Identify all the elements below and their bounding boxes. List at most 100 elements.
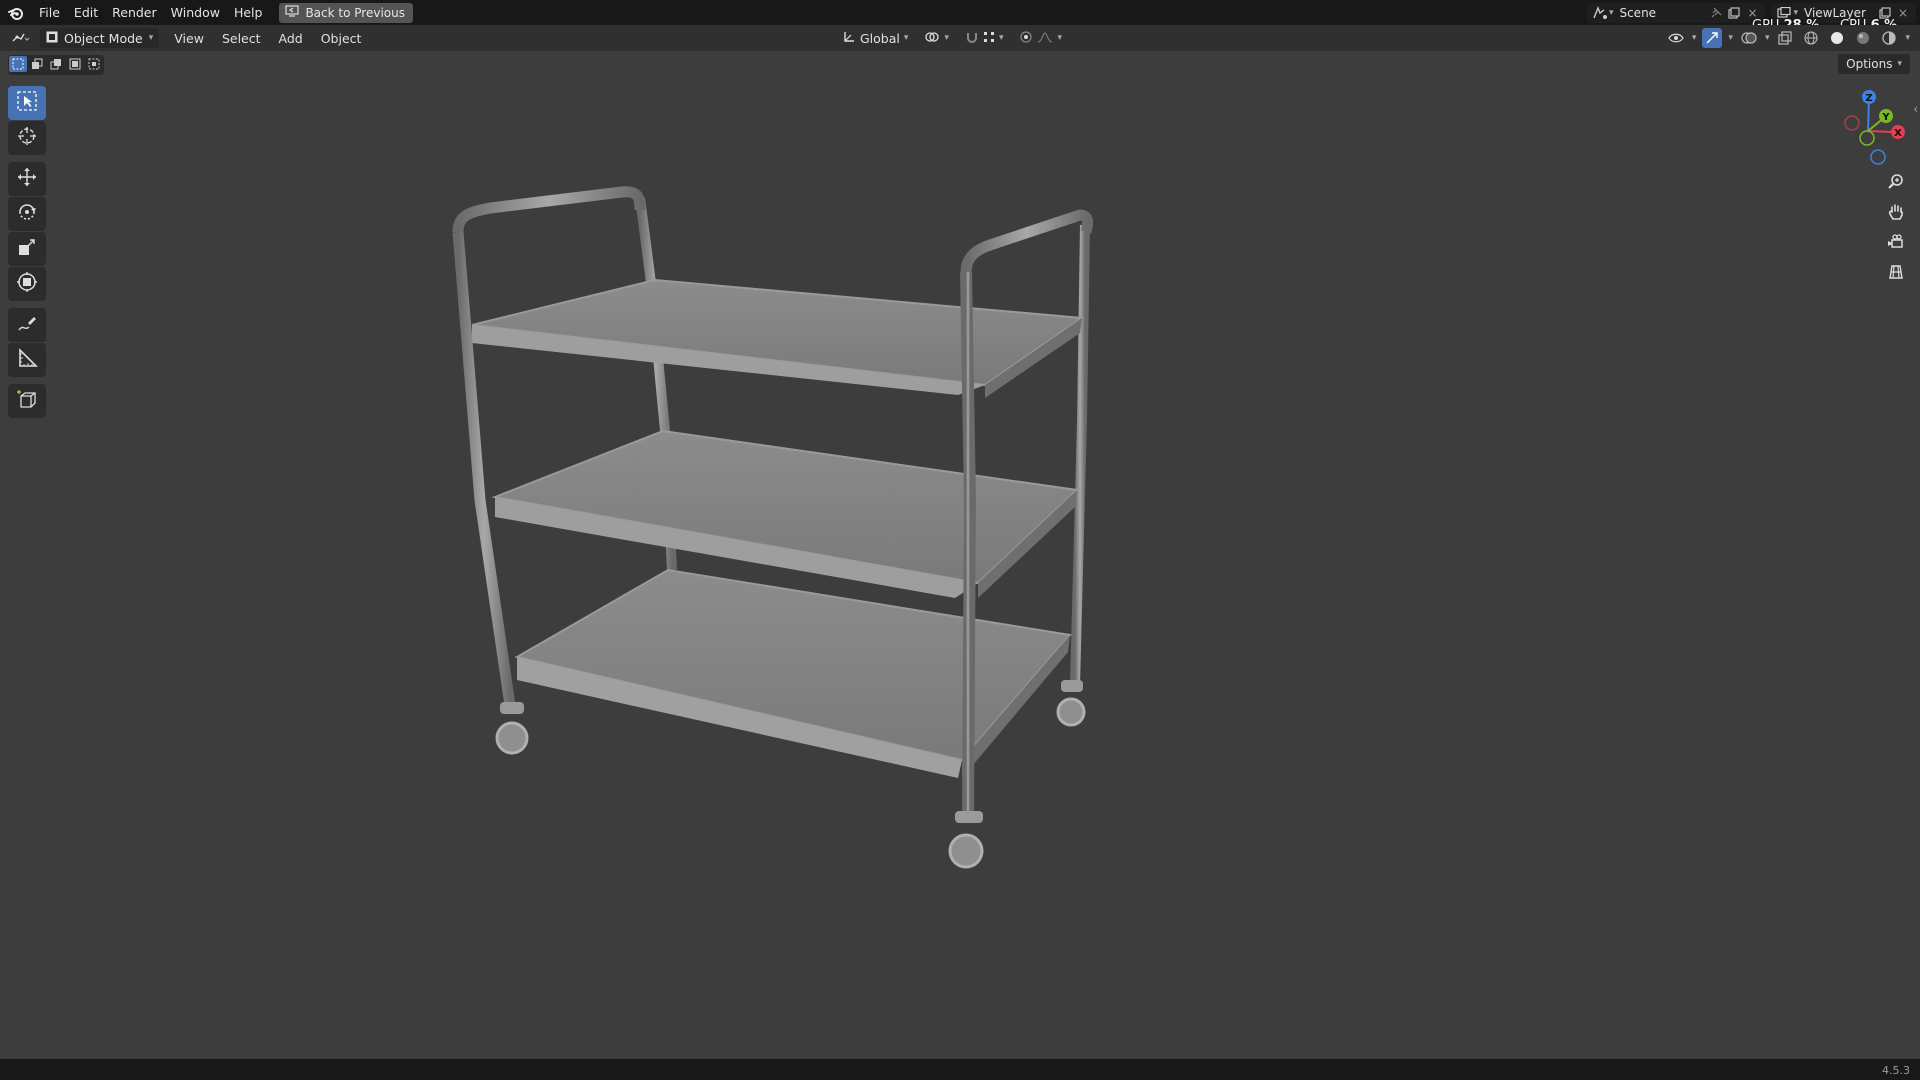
proportional-editing-icon[interactable] <box>1019 30 1033 47</box>
pivot-icon <box>924 30 940 47</box>
sidebar-expand-arrow-icon[interactable]: ‹ <box>1913 102 1918 116</box>
menu-view[interactable]: View <box>165 31 213 46</box>
menu-help[interactable]: Help <box>227 0 270 25</box>
tool-rotate[interactable] <box>8 197 46 231</box>
ortho-perspective-button[interactable] <box>1882 260 1910 288</box>
add-cube-icon <box>16 388 38 414</box>
options-dropdown[interactable]: Options ▾ <box>1838 54 1910 74</box>
zoom-button[interactable] <box>1882 170 1910 198</box>
tool-add-cube[interactable] <box>8 384 46 418</box>
visibility-eye-icon[interactable] <box>1666 28 1686 48</box>
tool-shelf <box>8 86 46 419</box>
select-new-icon[interactable] <box>9 56 27 72</box>
mode-chevron-icon: ▾ <box>148 33 154 43</box>
proportional-editing-controls[interactable]: ▾ <box>1015 28 1066 48</box>
version-label: 4.5.3 <box>1882 1064 1910 1077</box>
orientation-axes-icon <box>842 30 856 47</box>
gizmo-neg-x[interactable] <box>1844 115 1860 131</box>
tool-transform[interactable] <box>8 267 46 301</box>
new-scene-icon[interactable] <box>1725 4 1743 22</box>
scene-icon[interactable] <box>1591 4 1609 22</box>
menu-edit[interactable]: Edit <box>67 0 105 25</box>
viewport-header: Object Mode ▾ View Select Add Object Glo… <box>0 25 1920 51</box>
rendered-shading-icon[interactable] <box>1879 28 1899 48</box>
select-invert-icon[interactable] <box>66 56 84 72</box>
move-icon <box>16 166 38 192</box>
snap-icon[interactable] <box>965 30 979 47</box>
object-mode-label: Object Mode <box>64 30 143 46</box>
camera-view-button[interactable] <box>1882 230 1910 258</box>
overlays-chevron-icon: ▾ <box>1764 33 1770 43</box>
bottom-shelf <box>514 568 1072 778</box>
scene-name-field[interactable]: Scene <box>1613 6 1707 20</box>
object-mode-dropdown[interactable]: Object Mode ▾ <box>40 28 160 48</box>
menu-window[interactable]: Window <box>164 0 227 25</box>
back-to-previous-button[interactable]: Back to Previous <box>279 2 413 23</box>
top-bar: File Edit Render Window Help Back to Pre… <box>0 0 1920 25</box>
menu-render[interactable]: Render <box>105 0 164 25</box>
gizmo-y-label: Y <box>1881 112 1890 123</box>
gizmo-toggle-icon[interactable] <box>1702 28 1723 48</box>
material-shading-icon[interactable] <box>1853 28 1873 48</box>
scene-selector[interactable]: ▾ Scene × <box>1586 2 1766 23</box>
gizmo-neg-z[interactable] <box>1870 149 1886 165</box>
back-screen-icon <box>285 5 300 20</box>
gizmo-x-label: X <box>1894 128 1902 139</box>
shading-chevron-icon: ▾ <box>1905 33 1910 43</box>
wireframe-shading-icon[interactable] <box>1801 28 1821 48</box>
solid-shading-icon[interactable] <box>1827 28 1847 48</box>
select-extend-icon[interactable] <box>28 56 46 72</box>
zoom-magnifier-icon <box>1887 173 1905 195</box>
pivot-chevron-icon: ▾ <box>944 33 949 43</box>
menu-add[interactable]: Add <box>270 31 312 46</box>
back-to-previous-label: Back to Previous <box>305 5 405 20</box>
blender-logo-icon[interactable] <box>0 0 32 25</box>
tool-move[interactable] <box>8 162 46 196</box>
select-intersect-icon[interactable] <box>85 56 103 72</box>
falloff-chevron-icon: ▾ <box>1057 33 1062 43</box>
gizmo-chevron-icon: ▾ <box>1728 33 1733 43</box>
gizmo-neg-y[interactable] <box>1859 130 1875 146</box>
menu-select[interactable]: Select <box>213 31 270 46</box>
snap-chevron-icon: ▾ <box>998 33 1004 43</box>
top-shelf <box>471 278 1085 398</box>
object-mode-icon <box>46 31 58 46</box>
status-bar <box>0 1059 1920 1080</box>
snap-increment-icon[interactable] <box>983 31 995 46</box>
rotate-icon <box>16 201 38 227</box>
measure-ruler-icon <box>16 347 38 373</box>
grid-perspective-icon <box>1887 263 1905 285</box>
tool-select-box[interactable] <box>8 86 46 120</box>
options-label: Options <box>1846 57 1893 71</box>
xray-toggle-icon[interactable] <box>1775 28 1795 48</box>
selection-mode-buttons <box>8 55 104 75</box>
orientation-label: Global <box>860 30 900 46</box>
select-box-icon <box>16 90 38 116</box>
pivot-point-dropdown[interactable]: ▾ <box>920 28 953 48</box>
pan-button[interactable] <box>1882 200 1910 228</box>
select-subtract-icon[interactable] <box>47 56 65 72</box>
overlays-icon[interactable] <box>1739 28 1759 48</box>
visibility-chevron-icon: ▾ <box>1691 33 1697 43</box>
transform-orientation-dropdown[interactable]: Global ▾ <box>838 28 912 48</box>
middle-shelf <box>491 429 1080 598</box>
options-chevron-icon: ▾ <box>1897 59 1902 69</box>
viewport-display-controls: ▾ ▾ ▾ ▾ <box>1666 25 1910 51</box>
transform-controls: Global ▾ ▾ ▾ ▾ <box>838 25 1066 51</box>
menu-object[interactable]: Object <box>312 31 371 46</box>
tool-annotate[interactable] <box>8 308 46 342</box>
trolley-3d-model[interactable] <box>420 180 1120 884</box>
menu-file[interactable]: File <box>32 0 67 25</box>
navigation-gizmo[interactable]: Z Y X <box>1840 86 1920 166</box>
tool-cursor[interactable] <box>8 121 46 155</box>
transform-icon <box>16 271 38 297</box>
tool-scale[interactable] <box>8 232 46 266</box>
falloff-icon[interactable] <box>1037 31 1053 46</box>
gizmo-z-label: Z <box>1865 93 1872 104</box>
pan-hand-icon <box>1887 203 1905 225</box>
editor-type-selector[interactable] <box>0 25 40 51</box>
annotate-pencil-icon <box>16 312 38 338</box>
snapping-controls[interactable]: ▾ <box>961 28 1008 48</box>
tool-measure[interactable] <box>8 343 46 377</box>
pin-icon[interactable] <box>1707 4 1725 22</box>
